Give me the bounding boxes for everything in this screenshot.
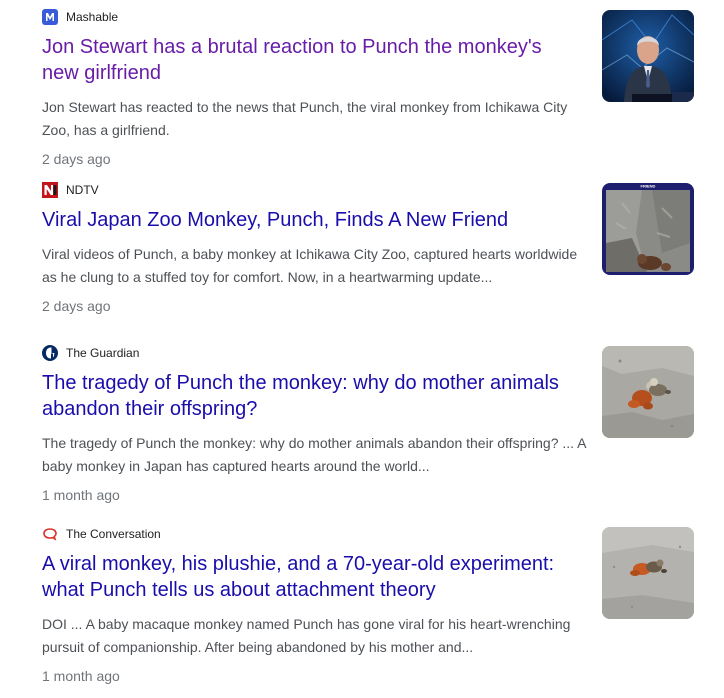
title-line: Viral Japan Zoo Monkey, Punch, Finds A N… <box>42 209 509 231</box>
result-timestamp: 2 days ago <box>42 298 111 314</box>
title-line: A viral monkey, his plushie, and a 70-ye… <box>42 553 555 575</box>
source-name: The Guardian <box>66 346 140 360</box>
snippet-line: Zoo, has a girlfriend. <box>42 122 170 138</box>
result-snippet: The tragedy of Punch the monkey: why do … <box>42 432 592 478</box>
title-line: new girlfriend <box>42 62 161 84</box>
news-results-list: Mashable Jon Stewart has a brutal reacti… <box>42 8 702 698</box>
mashable-logo-icon <box>42 9 58 25</box>
result-snippet: DOI ... A baby macaque monkey named Punc… <box>42 613 592 659</box>
snippet-line: pursuit of companionship. After being ab… <box>42 639 474 655</box>
monkey-enclosure-image[interactable]: FRIEND <box>602 183 694 275</box>
result-snippet: Viral videos of Punch, a baby monkey at … <box>42 243 592 289</box>
result-snippet: Jon Stewart has reacted to the news that… <box>42 96 592 142</box>
title-line: The tragedy of Punch the monkey: why do … <box>42 372 559 394</box>
result-timestamp: 2 days ago <box>42 151 111 167</box>
host-at-news-desk-image[interactable] <box>602 10 694 102</box>
title-line: Jon Stewart has a brutal reaction to Pun… <box>42 36 542 58</box>
source-name: Mashable <box>66 10 119 24</box>
snippet-line: Jon Stewart has reacted to the news that… <box>42 99 568 115</box>
snippet-line: as he clung to a stuffed toy for comfort… <box>42 269 493 285</box>
title-line: what Punch tells us about attachment the… <box>42 579 436 601</box>
title-line: abandon their offspring? <box>42 398 258 420</box>
snippet-line: DOI ... A baby macaque monkey named Punc… <box>42 616 571 632</box>
news-result-3: The Guardian The tragedy of Punch the mo… <box>42 344 702 525</box>
snippet-line: baby monkey in Japan has captured hearts… <box>42 458 430 474</box>
monkey-on-ground-image[interactable] <box>602 527 694 619</box>
result-timestamp: 1 month ago <box>42 668 120 684</box>
news-result-1: Mashable Jon Stewart has a brutal reacti… <box>42 8 702 181</box>
snippet-line: The tragedy of Punch the monkey: why do … <box>42 435 587 451</box>
result-title-link[interactable]: Jon Stewart has a brutal reaction to Pun… <box>42 34 582 86</box>
ndtv-logo-icon <box>42 182 58 198</box>
thumbnail-caption: FRIEND <box>641 184 656 189</box>
news-result-4: The Conversation A viral monkey, his plu… <box>42 525 702 698</box>
guardian-logo-icon <box>42 345 58 361</box>
source-name: The Conversation <box>66 527 161 541</box>
conversation-logo-icon <box>42 526 58 542</box>
snippet-line: Viral videos of Punch, a baby monkey at … <box>42 246 578 262</box>
news-result-2: NDTV Viral Japan Zoo Monkey, Punch, Find… <box>42 181 702 344</box>
result-title-link[interactable]: A viral monkey, his plushie, and a 70-ye… <box>42 551 582 603</box>
result-title-link[interactable]: The tragedy of Punch the monkey: why do … <box>42 370 582 422</box>
result-title-link[interactable]: Viral Japan Zoo Monkey, Punch, Finds A N… <box>42 207 582 233</box>
result-timestamp: 1 month ago <box>42 487 120 503</box>
source-name: NDTV <box>66 183 99 197</box>
monkey-with-plushie-image[interactable] <box>602 346 694 438</box>
